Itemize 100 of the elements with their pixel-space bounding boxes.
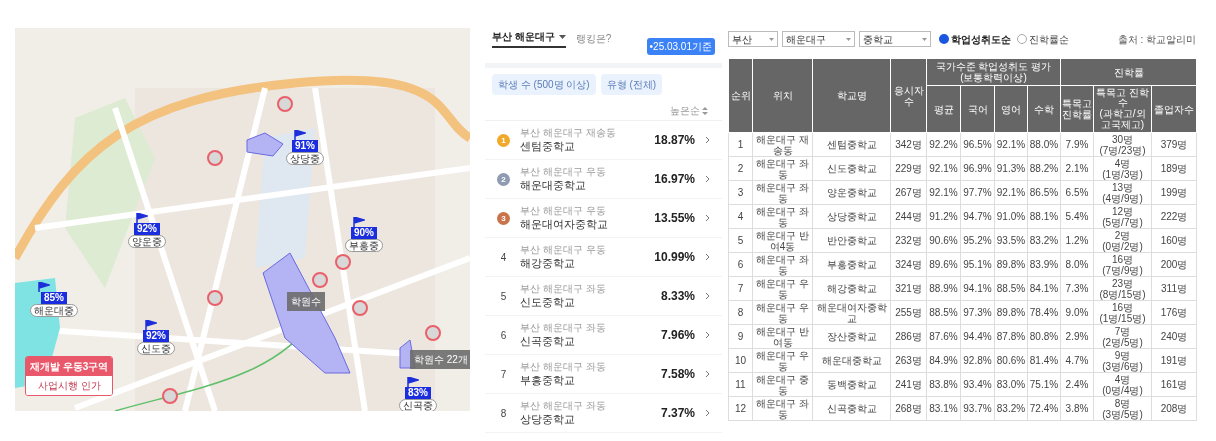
table-cell: 95.1% <box>960 252 995 277</box>
table-cell: 80.8% <box>1027 324 1061 349</box>
school-location: 부산 해운대구 좌동 <box>520 322 607 334</box>
avatar-marker[interactable] <box>335 254 351 270</box>
academy-count-label: 학원수 <box>287 292 325 311</box>
table-cell: 해운대구 재송동 <box>752 132 813 157</box>
select-dropdown[interactable]: 부산 <box>728 31 778 47</box>
ranking-row[interactable]: 5 부산 해운대구 좌동 신도중학교 8.33% <box>485 277 722 316</box>
ranking-row[interactable]: 3 부산 해운대구 우동 해운대여자중학교 13.55% <box>485 199 722 238</box>
table-cell: 88.5% <box>926 300 961 325</box>
ranking-row[interactable]: 6 부산 해운대구 좌동 신곡중학교 7.96% <box>485 316 722 355</box>
table-cell: 장산중학교 <box>812 324 891 349</box>
table-cell: 해운대구 반여동 <box>752 324 813 349</box>
ranking-title: 랭킹은? <box>575 32 612 46</box>
table-cell: 189명 <box>1151 156 1197 181</box>
table-cell: 89.8% <box>994 300 1028 325</box>
table-cell: 5 <box>728 228 753 253</box>
table-cell: 96.9% <box>960 156 995 181</box>
radio-button[interactable] <box>939 34 949 44</box>
table-cell: 88.5% <box>994 276 1028 301</box>
table-cell: 89.8% <box>994 252 1028 277</box>
table-cell-text: 12명 <box>1110 205 1135 217</box>
academy-area[interactable] <box>246 132 284 157</box>
column-header: 국가수준 학업성취도 평가 (보통학력이상) <box>926 58 1061 86</box>
table-cell-text: 4명 <box>1113 157 1132 169</box>
ranking-row[interactable]: 8 부산 해운대구 좌동 상당중학교 7.37% <box>485 394 722 433</box>
radio-button[interactable] <box>1017 34 1027 44</box>
table-cell: 324명 <box>890 252 927 277</box>
school-name-label: 해운대중 <box>30 304 78 317</box>
academy-count-label: 학원수 22개 <box>410 350 470 369</box>
ranking-row[interactable]: 4 부산 해운대구 우동 해강중학교 10.99% <box>485 238 722 277</box>
filter-chip[interactable]: 유형 (전체) <box>600 74 663 95</box>
table-cell: 88.2% <box>1027 156 1061 181</box>
table-cell: 94.7% <box>960 204 995 229</box>
school-rate-label: 90% <box>351 227 377 239</box>
table-cell: 94.1% <box>960 276 995 301</box>
table-cell: 88.9% <box>926 276 961 301</box>
map[interactable]: 91% 상당중 92% 양운중 90% 부흥중 85% 해운대중 92% 신도중 83% 신곡중 학원수 학원수 22개 재개발 우동3구역 사업시행 인가 <box>15 28 470 411</box>
column-header: 특목고 진학률 <box>1060 85 1094 133</box>
region-dropdown[interactable]: 부산 해운대구 <box>492 29 566 48</box>
rank-number: 5 <box>499 289 508 304</box>
select-dropdown[interactable]: 해운대구 <box>782 31 855 47</box>
table-cell: 8 <box>728 300 753 325</box>
table-cell: 해운대구 우동 <box>752 300 813 325</box>
school-location: 부산 해운대구 좌동 <box>520 361 607 373</box>
table-cell: 해운대구 좌동 <box>752 156 813 181</box>
table-cell-text: 2명 <box>1113 229 1132 241</box>
table-cell: 2.4% <box>1060 372 1094 397</box>
table-cell: 5.4% <box>1060 204 1094 229</box>
table-cell: 94.4% <box>960 324 995 349</box>
table-cell: 센텀중학교 <box>812 132 891 157</box>
school-rate: 8.33% <box>660 288 695 305</box>
school-rate: 7.37% <box>660 405 695 422</box>
table-cell: 240명 <box>1151 324 1197 349</box>
filter-chip[interactable]: 학생 수 (500명 이상) <box>492 74 596 95</box>
flag-icon <box>145 320 157 330</box>
column-note: (과학고/외고국제고) <box>1098 108 1147 130</box>
avatar-marker[interactable] <box>277 96 293 112</box>
school-location: 부산 해운대구 우동 <box>520 166 607 178</box>
rank-number: 4 <box>499 250 508 265</box>
table-cell: 6 <box>728 252 753 277</box>
table-cell: 해운대구 중동 <box>752 372 813 397</box>
table-cell: 11 <box>728 372 753 397</box>
table-cell: 신곡중학교 <box>812 396 891 421</box>
table-cell: 75.1% <box>1027 372 1061 397</box>
table-cell: 80.6% <box>994 348 1028 373</box>
avatar-marker[interactable] <box>162 388 178 404</box>
caret-icon <box>558 34 566 39</box>
avatar-marker[interactable] <box>352 300 368 316</box>
flag-icon <box>407 377 419 387</box>
table-cell: 3.8% <box>1060 396 1094 421</box>
ranking-row[interactable]: 2 부산 해운대구 우동 해운대중학교 16.97% <box>485 160 722 199</box>
avatar-marker[interactable] <box>207 290 223 306</box>
ranking-row[interactable]: 1 부산 해운대구 재송동 센텀중학교 18.87% <box>485 121 722 160</box>
school-name: 해운대여자중학교 <box>520 217 609 231</box>
table-cell-text: (3명/5명) <box>1101 408 1144 420</box>
table-cell: 200명 <box>1151 252 1197 277</box>
avatar-marker[interactable] <box>312 272 328 288</box>
table-cell: 상당중학교 <box>812 204 891 229</box>
school-name: 상당중학교 <box>520 412 576 426</box>
caret-icon <box>846 37 851 41</box>
column-header: 순위 <box>728 58 753 133</box>
school-name-label: 부흥중 <box>345 239 383 252</box>
radio-label: 진학률순 <box>1029 32 1069 47</box>
table-cell: 93.5% <box>994 228 1028 253</box>
table-cell: 89.6% <box>926 252 961 277</box>
table-cell-text: 8명 <box>1113 397 1132 409</box>
school-rate: 13.55% <box>654 210 695 227</box>
ranking-row[interactable]: 7 부산 해운대구 좌동 부흥중학교 7.58% <box>485 355 722 394</box>
table-cell: 양운중학교 <box>812 180 891 205</box>
avatar-marker[interactable] <box>207 150 223 166</box>
radio-label: 학업성취도순 <box>951 32 1011 47</box>
school-name-label: 상당중 <box>286 152 324 165</box>
school-rate: 7.58% <box>660 366 695 383</box>
table-cell: 86.5% <box>1027 180 1061 205</box>
column-header: 진학률 <box>1060 58 1197 86</box>
select-dropdown[interactable]: 중학교 <box>859 31 931 47</box>
avatar-marker[interactable] <box>425 325 441 341</box>
school-name: 신곡중학교 <box>520 334 576 348</box>
table-cell: 208명 <box>1151 396 1197 421</box>
